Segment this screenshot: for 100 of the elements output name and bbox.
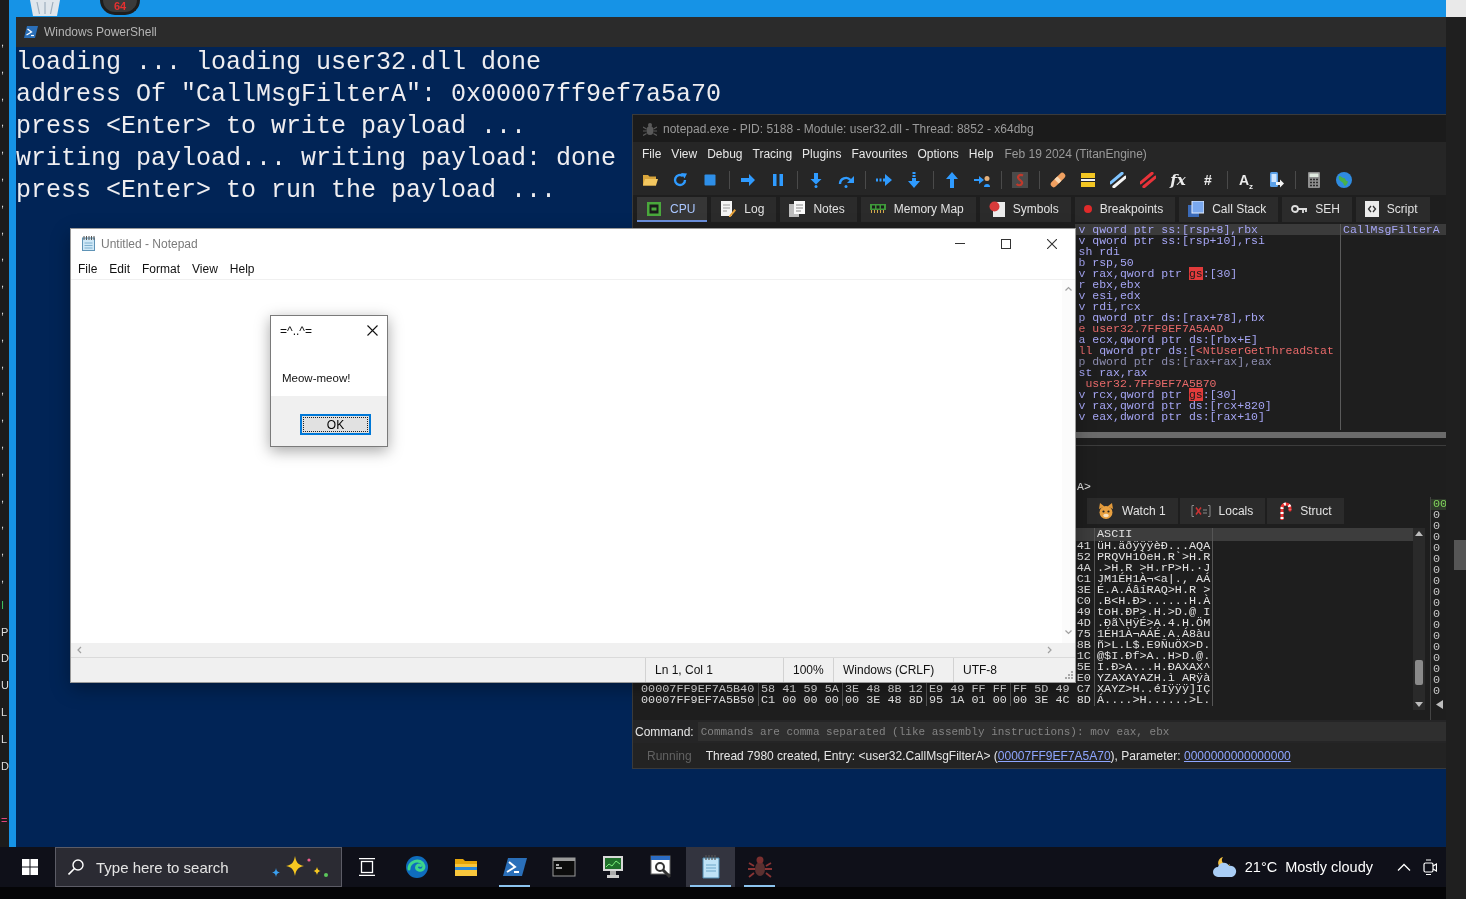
window-text: , (0, 330, 6, 345)
console-line: press <Enter> to write payload ... (16, 111, 527, 143)
hex-bytes: 4D (1076, 616, 1091, 630)
ascii-text: .B<H.Ð>......H.À (1097, 594, 1211, 608)
window-text: I (0, 598, 6, 613)
hex-bytes: 41 (1076, 539, 1091, 553)
ascii-text: XAYZ>H..éIÿÿÿ]IÇ (1097, 682, 1211, 696)
window-text: U (0, 679, 9, 694)
window-text: L (0, 732, 9, 747)
temperature: 21°C (1244, 859, 1278, 875)
console-line: writing payload... writing payload: done (16, 143, 617, 175)
stack-value: 0 (1432, 542, 1442, 554)
stack-value: 0 (1432, 652, 1442, 664)
window-text: , (0, 303, 6, 318)
status-state: Running (647, 748, 692, 763)
info-text: A> (1076, 481, 1091, 492)
ascii-text: Á....>H......>L. (1097, 693, 1211, 707)
window-text: , (0, 170, 6, 184)
window-text: D (0, 759, 9, 774)
status-cell: UTF-8 (953, 658, 1060, 682)
hex-bytes: C0 (1076, 594, 1091, 608)
window-text: D (0, 652, 9, 667)
hex-bytes: 95 1A 01 00 (929, 693, 1007, 707)
stack-value: 0 (1432, 630, 1442, 642)
window-text: , (0, 571, 6, 586)
stack-value: 0 (1432, 531, 1442, 543)
window-text: P (0, 625, 9, 640)
hex-bytes: C1 00 00 00 (761, 693, 839, 707)
stack-value: 0 (1432, 674, 1442, 686)
hex-bytes: 5E (1076, 660, 1091, 674)
ascii-text: I.Ð>A...H.ÐAXAX^ (1097, 660, 1211, 674)
window-text: , (0, 116, 6, 131)
stack-value: 0 (1432, 597, 1442, 609)
hex-bytes: 1C (1076, 649, 1091, 663)
stack-value: 0 (1432, 663, 1442, 675)
window-title: Untitled - Notepad (101, 236, 198, 251)
dump-address: 00007FF9EF7A5B50 (641, 693, 755, 707)
ascii-text: PRQVH1ÒeH.R`>H.R (1097, 550, 1211, 564)
stack-value: 0 (1432, 619, 1442, 631)
window-title: notepad.exe - PID: 5188 - Module: user32.dll - Thread: 8852 - x64dbg (663, 121, 1034, 136)
dump-address: 00007FF9EF7A5B40 (641, 682, 755, 696)
console-line: address Of "CallMsgFilterA": 0x00007ff9ef7a5a70 (16, 79, 722, 111)
ascii-text: É.A.ÁâíRAQ>H.R > (1097, 583, 1211, 597)
window-text: , (0, 437, 6, 452)
hex-bytes: 75 (1076, 627, 1091, 641)
hex-bytes: 00 3E 4C 8D (1013, 693, 1091, 707)
status-message: Thread 7980 created, Entry: <user32.CallMsgFilterA> (00007FF9EF7A5A70), Parameter: 0000000000000000 (705, 748, 1291, 763)
console-line: loading ... loading user32.dll done (16, 47, 542, 79)
status-cell: 100% (783, 658, 833, 682)
hex-bytes: E9 49 FF FF (929, 682, 1007, 696)
hex-bytes: 58 41 59 5A (761, 682, 839, 696)
hex-bytes: 00 3E 48 8D (845, 693, 923, 707)
stack-value: 0 (1432, 575, 1442, 587)
console-line: press <Enter> to run the payload ... (16, 175, 557, 207)
stack-value: 0 (1432, 586, 1442, 598)
window-text: , (0, 223, 6, 238)
comment-text: CallMsgFilterA (1341, 224, 1446, 235)
status-cell: Ln 1, Col 1 (645, 658, 783, 682)
window-text: , (0, 545, 6, 560)
ascii-text: @$I.Ðf>A..H>D.@. (1097, 649, 1211, 663)
ascii-text: YZAXAYAZH.ì ARÿà (1097, 671, 1211, 685)
stack-value: 0 (1432, 553, 1442, 565)
hex-bytes: 52 (1076, 550, 1091, 564)
weather-condition: Mostly cloudy (1285, 859, 1373, 875)
window-text: , (0, 518, 6, 533)
window-text: , (0, 250, 6, 265)
window-text: , (0, 357, 6, 372)
build-info: Feb 19 2024 (TitanEngine) (1004, 146, 1147, 161)
stack-value: 0 (1432, 608, 1442, 620)
hex-bytes: 49 (1076, 605, 1091, 619)
hex-bytes: 4A (1076, 561, 1091, 575)
window-text: , (0, 89, 6, 104)
hex-bytes: C1 (1076, 572, 1091, 586)
window-text: , (0, 277, 6, 292)
stack-value: 0 (1432, 509, 1442, 521)
stack-value: 0 (1432, 564, 1442, 576)
hex-bytes: 8B (1076, 638, 1091, 652)
stack-value: 0 (1432, 641, 1442, 653)
window-text: , (0, 36, 6, 50)
dialog-title: =^..^= (280, 323, 312, 338)
window-text: , (0, 491, 6, 506)
ascii-text: ñ>L.L$.E9ÑuÖX>D. (1097, 638, 1211, 652)
hex-bytes: 3E (1076, 583, 1091, 597)
window-text: L (0, 705, 9, 720)
window-text: , (0, 464, 6, 479)
stack-value: 0 (1432, 520, 1442, 532)
stack-value: 0 (1432, 685, 1442, 697)
window-text: , (0, 411, 6, 426)
command-label: Command: (635, 724, 694, 739)
window-title: Windows PowerShell (44, 25, 157, 39)
window-text: , (0, 196, 6, 211)
hex-bytes: 3E 48 8B 12 (845, 682, 923, 696)
hex-bytes: E0 (1076, 671, 1091, 685)
status-cell: Windows (CRLF) (833, 658, 953, 682)
window-text: = (0, 814, 9, 829)
window-text: , (0, 143, 6, 158)
dialog-message: Meow-meow! (282, 372, 351, 384)
column-header: ASCII (1097, 527, 1133, 541)
hex-bytes: FF 5D 49 C7 (1013, 682, 1091, 696)
window-text: , (0, 62, 6, 77)
